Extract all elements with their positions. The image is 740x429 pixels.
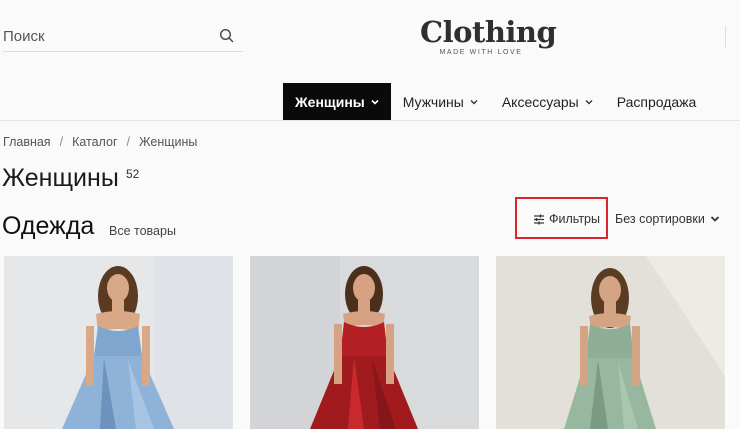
product-image[interactable]	[4, 256, 233, 429]
nav-item-sale[interactable]: Распродажа	[605, 83, 709, 120]
nav-item-men[interactable]: Мужчины	[391, 83, 490, 120]
main-nav: Женщины Мужчины Аксессуары Распродажа	[283, 83, 708, 120]
page-title: Женщины	[2, 164, 119, 192]
nav-item-label: Распродажа	[616, 93, 697, 110]
breadcrumb-current: Женщины	[139, 135, 198, 149]
breadcrumb-separator: /	[126, 135, 130, 149]
chevron-down-icon	[470, 99, 478, 104]
nav-item-women[interactable]: Женщины	[283, 83, 391, 120]
breadcrumb-separator: /	[59, 135, 64, 149]
nav-item-label: Аксессуары	[501, 93, 579, 110]
logo-tagline: MADE WITH LOVE	[439, 49, 523, 56]
nav-item-label: Мужчины	[402, 93, 464, 110]
product-image[interactable]	[250, 256, 479, 429]
product-card[interactable]	[496, 256, 725, 429]
sort-label: Без сортировки	[615, 212, 705, 226]
breadcrumb: Главная / Каталог / Женщины	[3, 135, 197, 149]
chevron-down-icon	[585, 99, 593, 104]
logo-wordmark: Clothing	[420, 15, 557, 49]
chevron-down-icon	[710, 216, 719, 222]
section-title: Одежда	[2, 212, 95, 240]
search-icon[interactable]	[219, 28, 235, 44]
filters-label: Фильтры	[549, 212, 600, 226]
nav-item-label: Женщины	[295, 93, 365, 110]
breadcrumb-catalog[interactable]: Каталог	[72, 135, 117, 149]
search-bar	[3, 22, 243, 52]
product-card[interactable]	[4, 256, 233, 429]
sort-dropdown[interactable]: Без сортировки	[615, 212, 720, 226]
header-divider	[725, 26, 726, 48]
breadcrumb-home[interactable]: Главная	[3, 135, 51, 149]
nav-item-accessories[interactable]: Аксессуары	[490, 83, 605, 120]
brand-logo[interactable]: Clothing MADE WITH LOVE	[420, 15, 557, 56]
all-products-link[interactable]: Все товары	[109, 224, 176, 238]
chevron-down-icon	[371, 99, 379, 105]
filters-button[interactable]: Фильтры	[533, 212, 600, 226]
site-header: Clothing MADE WITH LOVE Женщины Мужчины …	[0, 0, 740, 121]
search-input[interactable]	[3, 22, 213, 50]
product-image[interactable]	[496, 256, 725, 429]
product-count: 52	[126, 167, 140, 181]
product-card[interactable]	[250, 256, 479, 429]
sliders-icon	[534, 214, 544, 224]
